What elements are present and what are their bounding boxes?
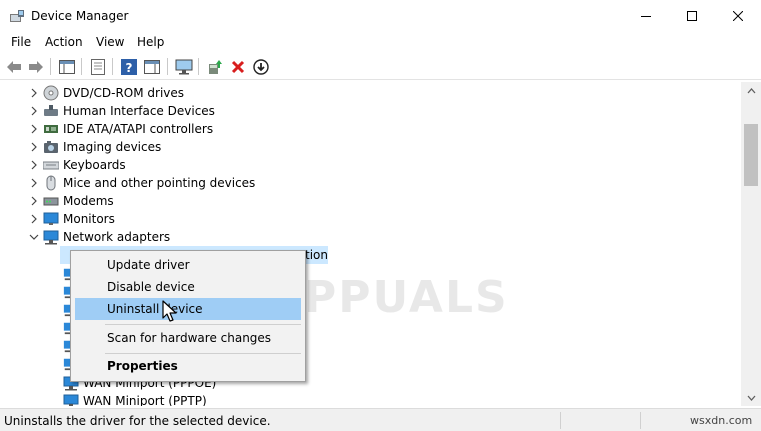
tree-item-network-adapters[interactable]: Network adapters [27, 228, 170, 246]
dvd-drive-icon [43, 85, 59, 101]
chevron-right-icon[interactable] [27, 158, 41, 172]
tree-item-wan-miniport-pptp[interactable]: WAN Miniport (PPTP) [63, 392, 207, 406]
status-bar: Uninstalls the driver for the selected d… [0, 408, 761, 431]
tree-item-dvd-cdrom-drives[interactable]: DVD/CD-ROM drives [27, 84, 184, 102]
mouse-icon [43, 175, 59, 191]
chevron-right-icon[interactable] [27, 212, 41, 226]
chevron-down-icon[interactable] [27, 230, 41, 244]
network-adapter-icon [43, 229, 59, 245]
context-menu: Update driver Disable device Uninstall d… [70, 250, 306, 382]
keyboard-icon [43, 157, 59, 173]
action-pane-icon [144, 59, 160, 74]
menu-action[interactable]: Action [45, 34, 83, 50]
minimize-button[interactable] [623, 0, 669, 31]
selected-adapter-label-tail: tion [305, 248, 328, 262]
status-text: Uninstalls the driver for the selected d… [4, 414, 271, 428]
chevron-right-icon[interactable] [27, 194, 41, 208]
back-arrow-icon [7, 60, 21, 73]
action-pane-button[interactable] [142, 57, 162, 76]
window-title: Device Manager [31, 9, 129, 23]
monitor-icon [43, 211, 59, 227]
chevron-up-icon [747, 87, 755, 93]
menu-help[interactable]: Help [137, 34, 164, 50]
close-button[interactable] [715, 0, 761, 31]
camera-icon [43, 139, 59, 155]
title-bar: Device Manager [0, 0, 761, 31]
ide-controller-icon [43, 121, 59, 137]
update-driver-menu-item[interactable]: Update driver [75, 254, 301, 276]
chevron-right-icon[interactable] [27, 176, 41, 190]
back-button[interactable] [4, 57, 24, 76]
forward-arrow-icon [29, 60, 43, 73]
update-driver-icon [209, 59, 222, 74]
modem-icon [43, 193, 59, 209]
scroll-thumb[interactable] [744, 124, 758, 186]
properties-toolbar-button[interactable] [88, 57, 108, 76]
update-driver-button[interactable] [205, 57, 225, 76]
scan-hardware-button[interactable] [174, 57, 194, 76]
forward-button[interactable] [26, 57, 46, 76]
tree-item-keyboards[interactable]: Keyboards [27, 156, 126, 174]
tree-item-monitors[interactable]: Monitors [27, 210, 115, 228]
toolbar: ? [0, 53, 761, 80]
download-arrow-icon [253, 58, 269, 75]
vertical-scrollbar[interactable] [741, 82, 761, 406]
site-watermark: wsxdn.com [690, 414, 753, 427]
chevron-down-icon [747, 395, 755, 401]
help-icon: ? [121, 58, 137, 75]
properties-menu-item[interactable]: Properties [75, 355, 301, 377]
monitor-scan-icon [175, 59, 193, 74]
help-button[interactable]: ? [119, 57, 139, 76]
uninstall-device-button[interactable] [228, 57, 248, 76]
tree-item-modems[interactable]: Modems [27, 192, 114, 210]
chevron-right-icon[interactable] [27, 122, 41, 136]
chevron-right-icon[interactable] [27, 86, 41, 100]
scroll-down-button[interactable] [741, 389, 761, 406]
chevron-right-icon[interactable] [27, 140, 41, 154]
tree-item-imaging-devices[interactable]: Imaging devices [27, 138, 161, 156]
tree-item-human-interface-devices[interactable]: Human Interface Devices [27, 102, 215, 120]
menu-bar: File Action View Help [0, 31, 761, 52]
hid-icon [43, 103, 59, 119]
disable-device-menu-item[interactable]: Disable device [75, 276, 301, 298]
menu-file[interactable]: File [11, 34, 31, 50]
chevron-right-icon[interactable] [27, 104, 41, 118]
scroll-up-button[interactable] [741, 82, 761, 99]
tree-item-ide-ata-atapi-controllers[interactable]: IDE ATA/ATAPI controllers [27, 120, 213, 138]
scan-hardware-changes-menu-item[interactable]: Scan for hardware changes [75, 327, 301, 349]
maximize-button[interactable] [669, 0, 715, 31]
console-tree-icon [59, 59, 75, 74]
device-manager-icon [9, 8, 25, 24]
red-x-icon [231, 60, 245, 73]
menu-view[interactable]: View [96, 34, 124, 50]
svg-text:?: ? [126, 61, 133, 75]
show-hide-console-tree-button[interactable] [57, 57, 77, 76]
network-adapter-icon [63, 393, 79, 406]
menu-separator [105, 324, 301, 325]
menu-separator [105, 353, 301, 354]
enable-device-button[interactable] [251, 57, 271, 76]
uninstall-device-menu-item[interactable]: Uninstall device [75, 298, 301, 320]
tree-item-mice[interactable]: Mice and other pointing devices [27, 174, 255, 192]
properties-sheet-icon [91, 58, 105, 75]
mouse-cursor-icon [162, 300, 178, 324]
